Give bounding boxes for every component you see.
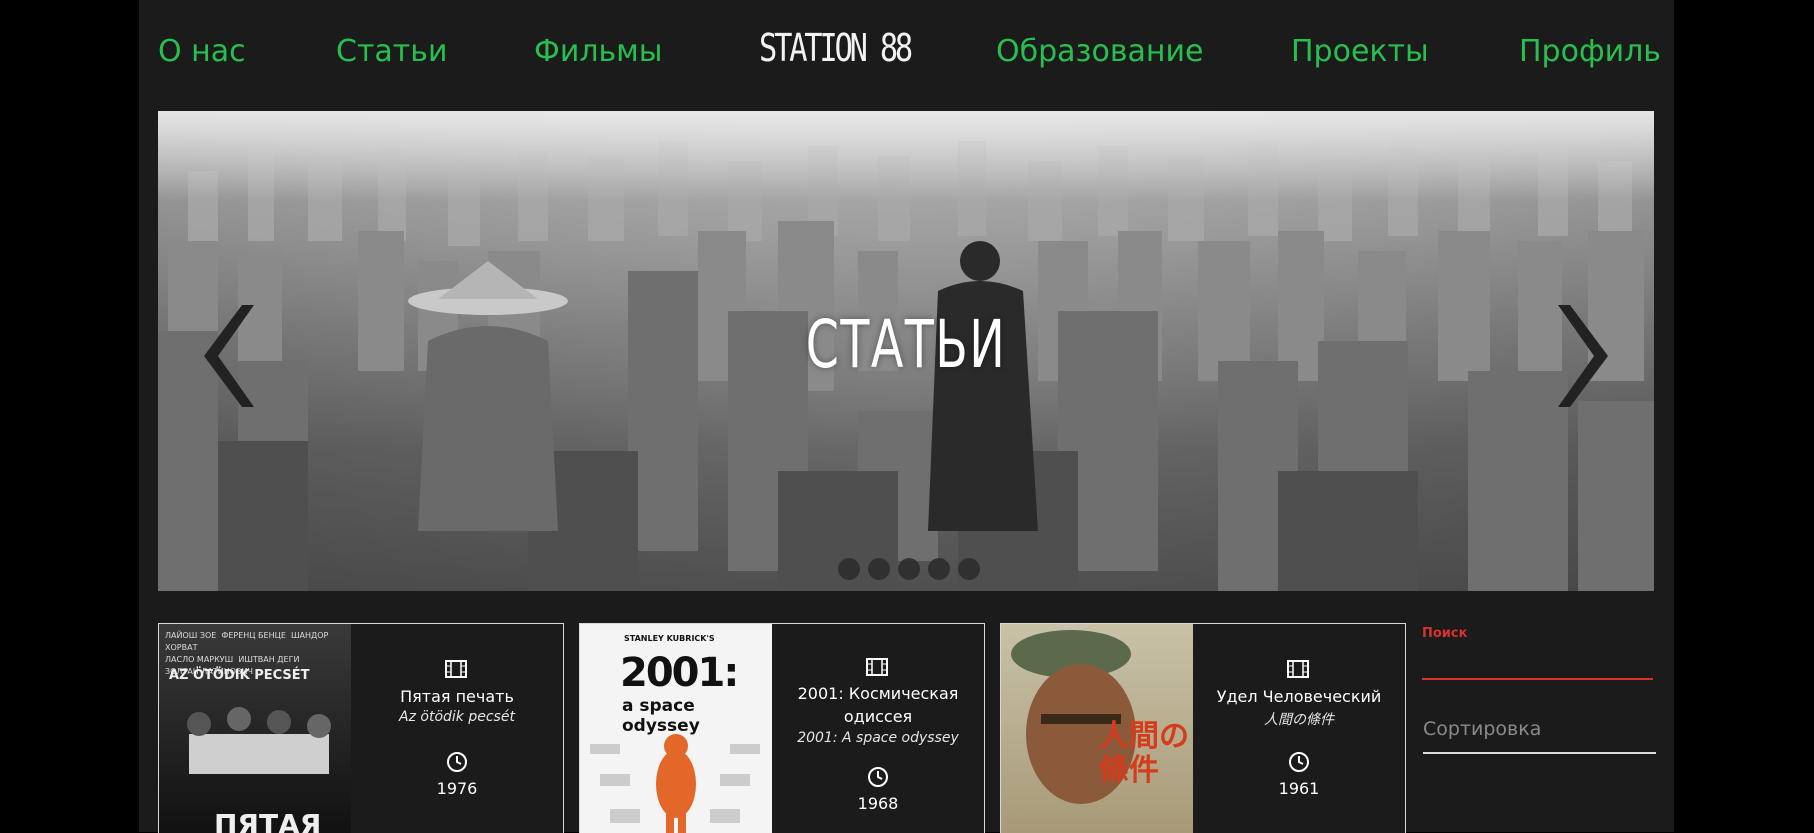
poster-subtitle: AZ ÖTÖDIK PECSÉT	[169, 668, 310, 683]
figure-right	[928, 241, 1038, 531]
clock-icon	[868, 767, 888, 787]
film-year: 1968	[857, 794, 899, 813]
film-card[interactable]: 人間の條件 Удел Человеческий 人間の條件 1961	[1000, 623, 1406, 833]
clock-icon	[447, 752, 467, 772]
film-icon	[1287, 660, 1309, 678]
search-underline	[1422, 678, 1653, 680]
poster-title: 人間の條件	[1099, 719, 1189, 788]
carousel-dot[interactable]	[898, 558, 920, 580]
chevron-left-icon	[204, 305, 254, 407]
film-poster: STANLEY KUBRICK'S 2001: a space odyssey	[580, 624, 772, 833]
poster-image	[590, 734, 760, 833]
hero-carousel: СТАТЬИ	[158, 111, 1654, 591]
film-icon	[866, 658, 888, 676]
film-title: Пятая печать	[400, 687, 514, 706]
film-card[interactable]: ЛАЙОШ ЗОЕ ФЕРЕНЦ БЕНЦЕ ШАНДОР ХОРВАТ ЛАС…	[158, 623, 564, 833]
search-input[interactable]	[1422, 648, 1657, 678]
poster-title: 2001:	[620, 650, 739, 696]
hero-fog	[158, 111, 1654, 201]
carousel-dot[interactable]	[838, 558, 860, 580]
nav-articles[interactable]: Статьи	[336, 34, 447, 69]
film-title: Удел Человеческий	[1216, 687, 1382, 706]
chevron-right-icon	[1558, 305, 1608, 407]
figure-left	[408, 261, 568, 531]
clock-icon	[1289, 752, 1309, 772]
carousel-dot[interactable]	[928, 558, 950, 580]
film-poster: ЛАЙОШ ЗОЕ ФЕРЕНЦ БЕНЦЕ ШАНДОР ХОРВАТ ЛАС…	[159, 624, 351, 833]
carousel-dot[interactable]	[958, 558, 980, 580]
film-info: Пятая печать Az ötödik pecsét 1976	[351, 624, 563, 833]
nav-projects[interactable]: Проекты	[1291, 34, 1429, 69]
film-original-title: 2001: A space odyssey	[797, 730, 959, 746]
page: О нас Статьи Фильмы STATION 88 Образован…	[139, 0, 1674, 833]
hero-title: СТАТЬИ	[805, 306, 1007, 383]
film-year: 1961	[1278, 779, 1320, 798]
nav-education[interactable]: Образование	[996, 34, 1203, 69]
poster-image	[187, 707, 331, 774]
film-original-title: Az ötödik pecsét	[399, 709, 515, 725]
poster-title: ПЯТАЯ	[214, 808, 322, 833]
film-year: 1976	[436, 779, 478, 798]
site-logo[interactable]: STATION 88	[759, 26, 913, 70]
sort-underline	[1423, 752, 1656, 754]
film-icon	[445, 660, 467, 678]
carousel-dot[interactable]	[868, 558, 890, 580]
nav-about[interactable]: О нас	[158, 34, 246, 69]
nav-films[interactable]: Фильмы	[534, 34, 663, 69]
carousel-next-button[interactable]	[1554, 301, 1614, 411]
carousel-dots	[838, 558, 980, 580]
sort-select[interactable]: Сортировка	[1423, 718, 1541, 740]
film-card[interactable]: STANLEY KUBRICK'S 2001: a space odyssey	[579, 623, 985, 833]
poster-credits: STANLEY KUBRICK'S	[624, 634, 715, 643]
film-info: Удел Человеческий 人間の條件 1961	[1193, 624, 1405, 833]
carousel-prev-button[interactable]	[198, 301, 258, 411]
film-original-title: 人間の條件	[1264, 712, 1334, 728]
film-title: 2001: Космическая одиссея	[797, 684, 959, 726]
nav-profile[interactable]: Профиль	[1519, 34, 1661, 69]
film-info: 2001: Космическая одиссея 2001: A space …	[772, 624, 984, 833]
film-poster: 人間の條件	[1001, 624, 1193, 833]
search-label: Поиск	[1422, 626, 1468, 641]
